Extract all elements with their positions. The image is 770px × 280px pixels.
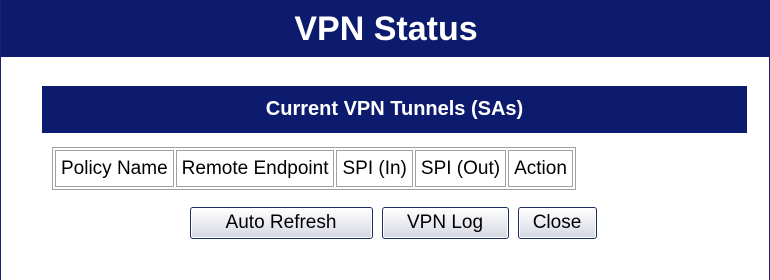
- column-header-spi-out: SPI (Out): [414, 150, 507, 187]
- table-header-row: Policy Name Remote Endpoint SPI (In) SPI…: [55, 150, 573, 187]
- close-button[interactable]: Close: [517, 207, 597, 239]
- page-title: VPN Status: [1, 0, 770, 57]
- auto-refresh-button[interactable]: Auto Refresh: [189, 207, 373, 239]
- column-header-policy-name: Policy Name: [55, 150, 174, 187]
- vpn-log-button[interactable]: VPN Log: [381, 207, 509, 239]
- vpn-status-page: VPN Status Current VPN Tunnels (SAs) Pol…: [0, 0, 770, 280]
- column-header-action: Action: [508, 150, 573, 187]
- column-header-spi-in: SPI (In): [336, 150, 413, 187]
- vpn-tunnels-table: Policy Name Remote Endpoint SPI (In) SPI…: [52, 147, 576, 190]
- column-header-remote-endpoint: Remote Endpoint: [175, 150, 335, 187]
- section-title: Current VPN Tunnels (SAs): [42, 86, 747, 133]
- button-bar: Auto Refresh VPN Log Close: [1, 207, 770, 239]
